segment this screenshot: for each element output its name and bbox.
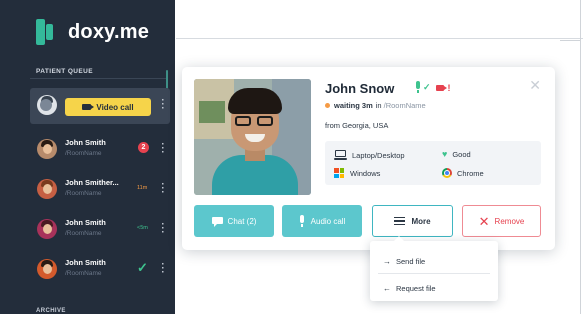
avatar (37, 259, 57, 279)
header-divider (176, 38, 583, 39)
wait-time: <5m (137, 225, 148, 231)
patient-name: John Smith (65, 258, 106, 267)
queue-row[interactable]: John Smither... /RoomName 11m · · · (30, 172, 170, 206)
avatar (37, 139, 57, 159)
microphone-icon (415, 81, 421, 94)
status-in-label: in (375, 101, 382, 110)
windows-icon (334, 168, 344, 178)
queue-row[interactable]: John Smith /RoomName 2 · · · (30, 132, 170, 166)
chat-icon (211, 216, 223, 227)
arrow-right-icon: → (383, 257, 391, 266)
arrow-left-icon: ← (383, 284, 391, 293)
queue-row[interactable]: John Smith /RoomName ✓ · · · (30, 252, 170, 286)
sidebar: doxy.me PATIENT QUEUE Video call · · · Joh… (0, 0, 175, 314)
chat-label: Chat (2) (227, 216, 257, 226)
row-menu-kebab-icon[interactable]: · · · (160, 260, 166, 278)
panel-divider (560, 40, 580, 41)
patient-name: John Smith (65, 138, 106, 147)
browser-label: Chrome (457, 168, 484, 178)
status-dot-icon (325, 103, 330, 108)
menu-divider (378, 273, 490, 274)
avatar (37, 95, 57, 115)
patient-card: John Snow ✓ ! ✕ waiting 3m in /RoomName … (182, 67, 555, 250)
waiting-status: waiting 3m in /RoomName (325, 101, 426, 110)
patient-location: from Georgia, USA (325, 121, 389, 130)
panel-divider (580, 0, 581, 314)
device-label: Laptop/Desktop (352, 150, 405, 160)
camera-warning-icon: ! (447, 82, 451, 93)
video-camera-icon (82, 104, 95, 110)
waiting-time: waiting 3m (334, 101, 373, 110)
archive-heading: ARCHIVE (36, 308, 66, 314)
avatar (37, 179, 57, 199)
video-call-button[interactable]: Video call (65, 98, 151, 116)
row-menu-kebab-icon[interactable]: · · · (160, 180, 166, 198)
audio-call-button[interactable]: Audio call (282, 205, 362, 237)
room-name: /RoomName (383, 101, 426, 110)
patient-room: /RoomName (65, 270, 102, 277)
more-button[interactable]: More (372, 205, 453, 237)
patient-room: /RoomName (65, 150, 102, 157)
check-icon: ✓ (137, 260, 148, 275)
queue-row-active[interactable]: Video call · · · (30, 88, 170, 124)
row-menu-kebab-icon[interactable]: · · · (160, 96, 166, 114)
os-info: Windows (334, 168, 380, 178)
patient-photo (194, 79, 311, 195)
divider (30, 78, 167, 79)
queue-row[interactable]: John Smith /RoomName <5m · · · (30, 212, 170, 246)
wait-time: 11m (137, 185, 148, 191)
more-label: More (411, 216, 431, 226)
patient-room: /RoomName (65, 190, 102, 197)
close-icon[interactable]: ✕ (529, 77, 541, 94)
microphone-icon (299, 215, 305, 227)
doxy-logo[interactable]: doxy.me (32, 14, 149, 50)
chrome-icon (442, 168, 452, 178)
connection-label: Good (452, 150, 471, 159)
request-file-label: Request file (396, 284, 436, 293)
send-file-label: Send file (396, 257, 426, 266)
patient-name-heading: John Snow (325, 81, 395, 96)
card-actions: Chat (2) Audio call More ✕ Remove (194, 205, 544, 237)
row-menu-kebab-icon[interactable]: · · · (160, 220, 166, 238)
patient-name: John Smither... (65, 178, 119, 187)
request-file-menu-item[interactable]: ← Request file (383, 284, 436, 293)
os-label: Windows (350, 168, 381, 178)
audio-call-label: Audio call (310, 216, 346, 226)
device-status-icons: ✓ ! (415, 81, 451, 94)
device-info: Laptop/Desktop (334, 150, 405, 160)
more-dropdown-menu: → Send file ← Request file (370, 236, 498, 301)
patient-name: John Smith (65, 218, 106, 227)
doxy-logo-mark-icon (32, 14, 62, 50)
video-camera-icon (435, 84, 447, 92)
close-icon: ✕ (478, 213, 490, 229)
patient-room: /RoomName (65, 230, 102, 237)
unread-badge: 2 (138, 142, 149, 153)
browser-info: Chrome (442, 168, 484, 178)
logo-text: doxy.me (68, 20, 150, 43)
mic-ok-check-icon: ✓ (423, 82, 431, 92)
patient-queue-heading: PATIENT QUEUE (36, 68, 93, 75)
remove-button[interactable]: ✕ Remove (462, 205, 541, 237)
remove-label: Remove (494, 216, 525, 226)
avatar (37, 219, 57, 239)
send-file-menu-item[interactable]: → Send file (383, 257, 425, 266)
video-call-label: Video call (96, 102, 134, 112)
row-menu-kebab-icon[interactable]: · · · (160, 140, 166, 158)
chat-button[interactable]: Chat (2) (194, 205, 274, 237)
tech-info-panel: Laptop/Desktop ♥ Good Windows Chrome (325, 141, 541, 185)
connection-info: ♥ Good (442, 149, 471, 160)
laptop-icon (334, 150, 347, 160)
signal-icon: ♥ (442, 149, 448, 159)
menu-icon (394, 216, 406, 226)
